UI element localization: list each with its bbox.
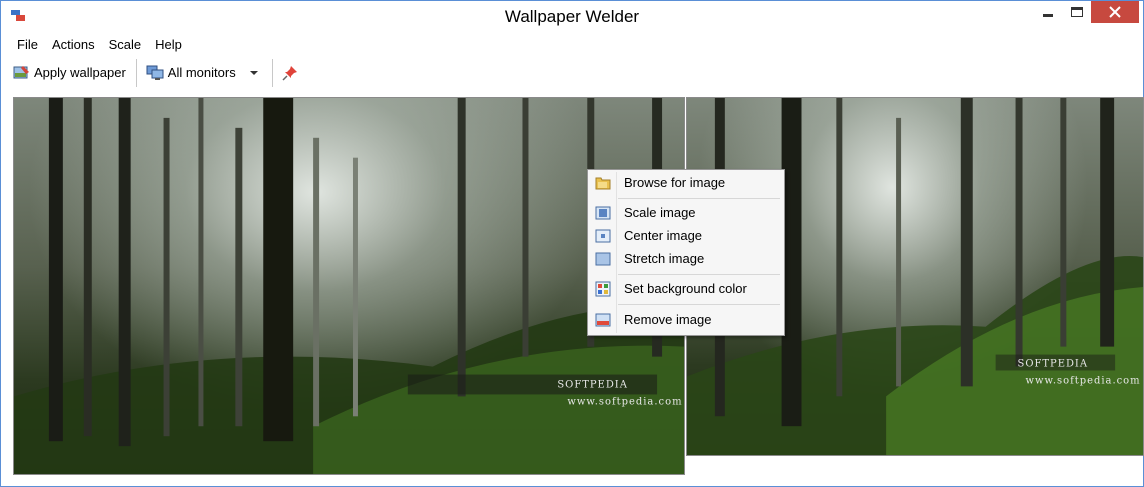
monitor-1-preview[interactable]: SOFTPEDIA www.softpedia.com: [13, 97, 685, 475]
menu-item-stretch-image[interactable]: Stretch image: [590, 248, 782, 270]
menu-item-scale-image[interactable]: Scale image: [590, 202, 782, 224]
menu-scale[interactable]: Scale: [102, 34, 149, 56]
pin-button[interactable]: [279, 60, 301, 86]
monitors-icon: [146, 65, 164, 80]
menu-bar: File Actions Scale Help: [2, 34, 1142, 56]
minimize-icon: [1043, 13, 1053, 17]
toolbar: Apply wallpaper All monitors: [2, 56, 1142, 89]
menu-file[interactable]: File: [10, 34, 45, 56]
menu-item-browse-for-image[interactable]: Browse for image: [590, 172, 782, 194]
apply-wallpaper-label: Apply wallpaper: [34, 65, 126, 80]
menu-item-center-image[interactable]: Center image: [590, 225, 782, 247]
minimize-button[interactable]: [1033, 1, 1063, 23]
scale-icon: [595, 206, 611, 220]
watermark-brand: SOFTPEDIA: [557, 379, 628, 390]
menu-separator: [618, 304, 780, 305]
palette-icon: [595, 281, 611, 297]
folder-icon: [595, 177, 611, 190]
toolbar-separator: [271, 58, 273, 87]
app-window: Wallpaper Welder File Actions Scale Help…: [0, 0, 1144, 487]
menu-actions[interactable]: Actions: [45, 34, 102, 56]
watermark-url: www.softpedia.com: [1026, 375, 1141, 386]
close-icon: [1109, 6, 1121, 18]
menu-item-label: Center image: [624, 228, 703, 243]
menu-item-remove-image[interactable]: Remove image: [590, 309, 782, 331]
monitor-selector-label: All monitors: [167, 65, 236, 80]
toolbar-separator: [135, 58, 137, 87]
watermark-url: www.softpedia.com: [567, 396, 682, 407]
menu-item-label: Scale image: [624, 205, 696, 220]
chevron-down-icon[interactable]: [249, 70, 258, 75]
window-title: Wallpaper Welder: [504, 7, 640, 26]
remove-image-icon: [595, 313, 611, 327]
menu-item-label: Remove image: [624, 312, 712, 327]
stretch-icon: [595, 252, 611, 266]
menu-item-label: Stretch image: [624, 251, 705, 266]
close-button[interactable]: [1091, 1, 1139, 23]
maximize-button[interactable]: [1063, 1, 1091, 23]
menu-separator: [618, 198, 780, 199]
context-menu: Browse for image Scale image Center imag…: [587, 169, 785, 336]
menu-separator: [618, 274, 780, 275]
menu-help[interactable]: Help: [148, 34, 189, 56]
menu-item-label: Browse for image: [624, 175, 726, 190]
maximize-icon: [1071, 7, 1083, 17]
monitor-selector[interactable]: All monitors: [143, 60, 265, 86]
apply-wallpaper-icon: [13, 65, 29, 78]
forest-wallpaper-image: SOFTPEDIA www.softpedia.com: [14, 98, 684, 474]
center-icon: [595, 229, 611, 243]
monitor-canvas[interactable]: SOFTPEDIA www.softpedia.com SOFTPEDIA ww…: [11, 96, 1144, 479]
apply-wallpaper-button[interactable]: Apply wallpaper: [10, 60, 129, 86]
menu-item-set-background-color[interactable]: Set background color: [590, 278, 782, 300]
watermark-brand: SOFTPEDIA: [1018, 359, 1088, 370]
menu-item-label: Set background color: [624, 281, 747, 296]
pin-icon: [282, 65, 297, 81]
title-bar[interactable]: Wallpaper Welder: [1, 1, 1143, 34]
